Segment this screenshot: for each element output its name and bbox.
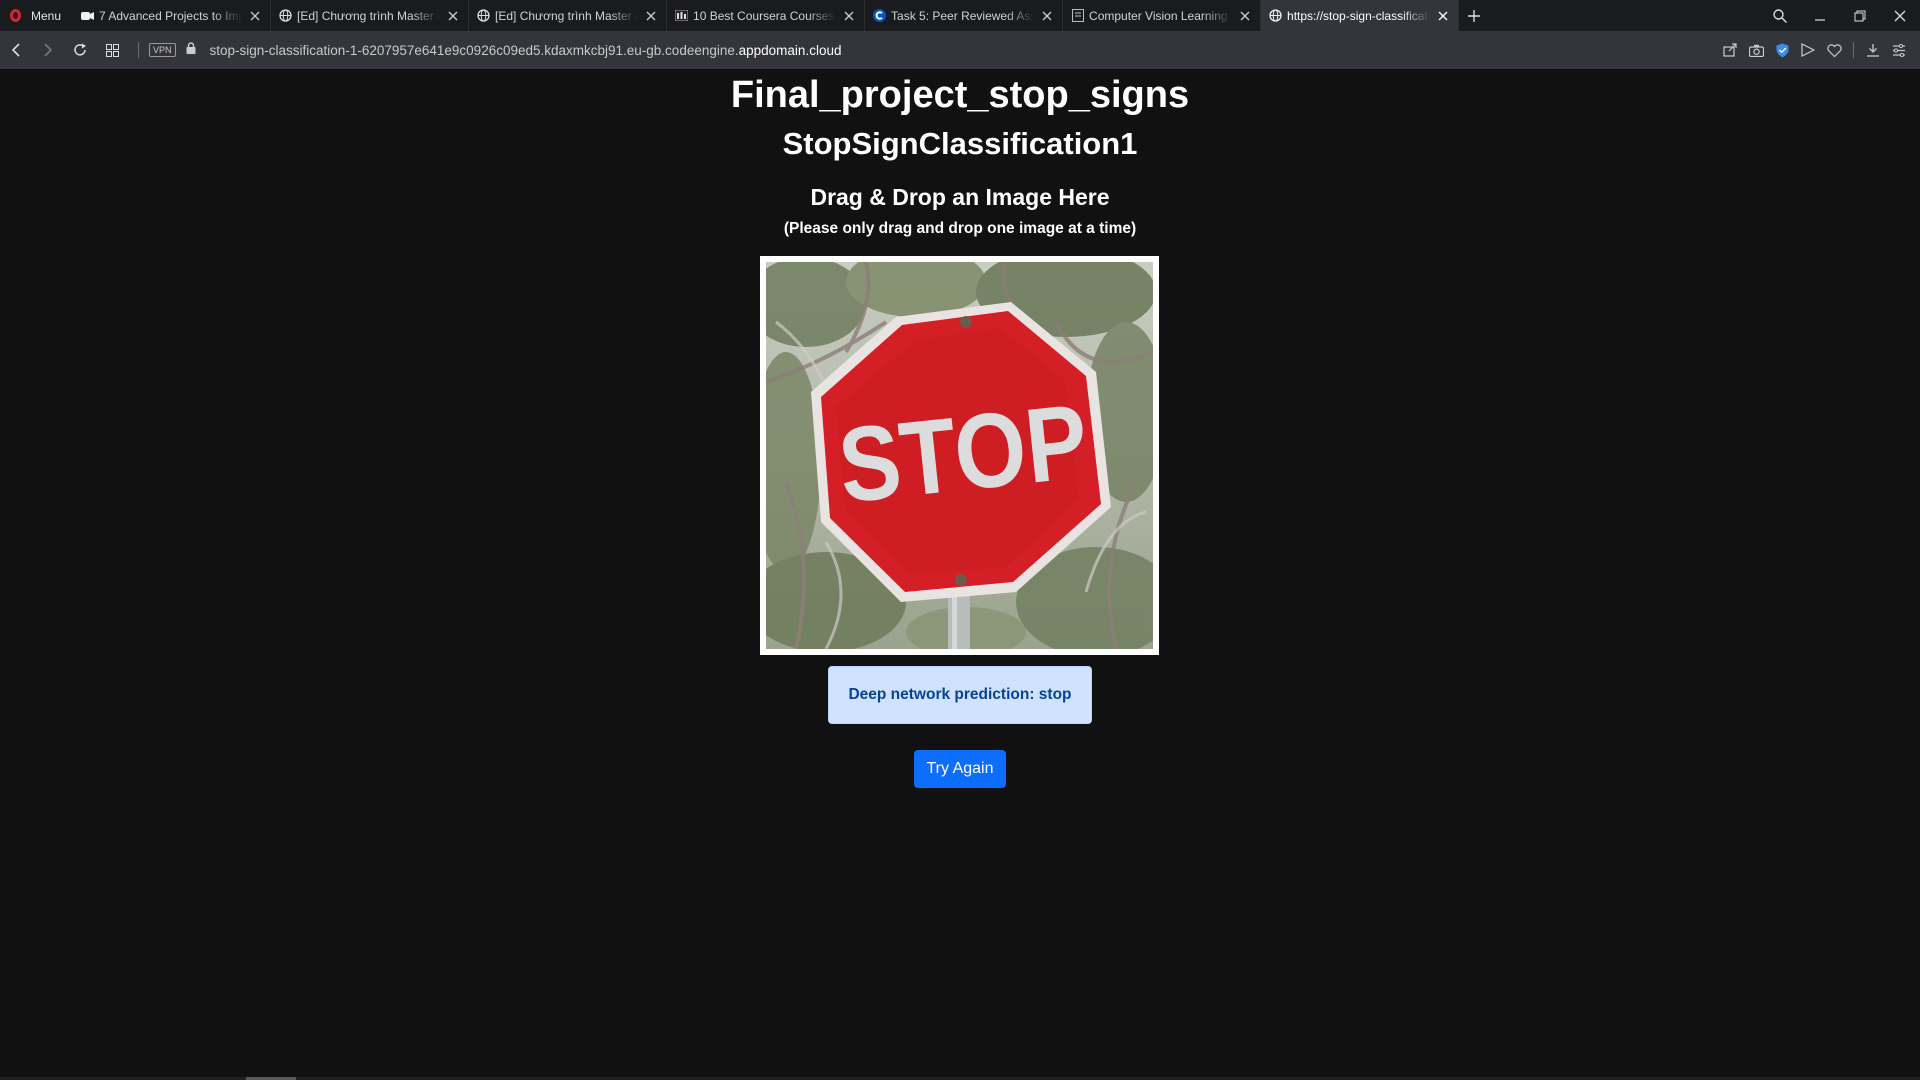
app-title: Final_project_stop_signs xyxy=(730,74,1190,116)
opera-logo-icon xyxy=(10,9,21,22)
search-icon xyxy=(1773,8,1787,23)
url-host: appdomain.cloud xyxy=(738,42,842,58)
lock-icon[interactable] xyxy=(186,41,196,59)
speed-dial-button[interactable] xyxy=(96,31,128,69)
download-icon xyxy=(1867,44,1879,57)
heart-icon xyxy=(1826,43,1842,57)
tab-title: Task 5: Peer Reviewed Assignment xyxy=(891,8,1035,23)
site-favicon-icon xyxy=(675,9,689,22)
adblock-shield-button[interactable] xyxy=(1769,31,1795,69)
restore-button[interactable] xyxy=(1840,0,1880,31)
tab-title: 7 Advanced Projects to Improve xyxy=(99,8,243,23)
send-icon xyxy=(1801,43,1815,57)
tab-title: [Ed] Chương trình Master của xyxy=(495,8,639,23)
reload-icon xyxy=(74,43,86,56)
stop-sign-photo: STOP xyxy=(766,262,1153,649)
camera-icon xyxy=(1748,44,1764,57)
toolbar-separator xyxy=(1853,42,1854,58)
downloads-button[interactable] xyxy=(1860,31,1886,69)
forward-arrow-icon xyxy=(44,43,53,57)
send-button[interactable] xyxy=(1795,31,1821,69)
address-bar: VPN stop-sign-classification-1-6207957e6… xyxy=(0,31,1920,69)
settings-sliders-icon xyxy=(1893,43,1905,57)
model-title: StopSignClassification1 xyxy=(782,126,1138,161)
toolbar-right xyxy=(1717,31,1920,69)
drop-zone-heading: Drag & Drop an Image Here xyxy=(810,184,1110,210)
easy-setup-button[interactable] xyxy=(1886,31,1912,69)
menu-label: Menu xyxy=(31,8,62,23)
tab-bar: Menu 7 Advanced Projects to Improve [Ed]… xyxy=(0,0,1920,31)
globe-icon xyxy=(477,9,490,22)
reload-button[interactable] xyxy=(64,31,96,69)
snapshot-button[interactable] xyxy=(1743,31,1769,69)
forward-button[interactable] xyxy=(32,31,64,69)
search-tabs-button[interactable] xyxy=(1760,0,1800,31)
close-tab-icon[interactable] xyxy=(248,9,262,23)
close-window-button[interactable] xyxy=(1880,0,1920,31)
url-path: stop-sign-classification-1-6207957e641e9… xyxy=(209,42,739,58)
grid-icon xyxy=(105,43,119,57)
tab-4[interactable]: 10 Best Coursera Courses and xyxy=(667,0,866,31)
tab-7-active[interactable]: https://stop-sign-classification xyxy=(1261,0,1460,31)
url-field[interactable]: stop-sign-classification-1-6207957e641e9… xyxy=(210,43,842,58)
tab-2[interactable]: [Ed] Chương trình Master của xyxy=(271,0,470,31)
restore-icon xyxy=(1854,10,1866,21)
try-again-button[interactable]: Try Again xyxy=(914,750,1006,788)
bookmark-button[interactable] xyxy=(1821,31,1847,69)
drop-zone-instructions: (Please only drag and drop one image at … xyxy=(783,220,1137,237)
new-tab-button[interactable] xyxy=(1459,0,1489,31)
tab-title: https://stop-sign-classification xyxy=(1287,8,1431,23)
coursera-icon xyxy=(873,9,887,22)
back-arrow-icon xyxy=(11,43,20,57)
minimize-button[interactable] xyxy=(1800,0,1840,31)
page-icon xyxy=(1071,9,1084,22)
tab-title: Computer Vision Learning Tools xyxy=(1089,8,1232,23)
close-tab-icon[interactable] xyxy=(1238,9,1252,23)
tab-5[interactable]: Task 5: Peer Reviewed Assignment xyxy=(865,0,1064,31)
vpn-badge[interactable]: VPN xyxy=(149,43,176,57)
page-content: Final_project_stop_signs StopSignClassif… xyxy=(0,69,1920,1077)
tab-title: 10 Best Coursera Courses and xyxy=(693,8,836,23)
back-button[interactable] xyxy=(0,31,32,69)
tab-3[interactable]: [Ed] Chương trình Master của xyxy=(469,0,668,31)
minimize-icon xyxy=(1815,18,1825,21)
close-tab-icon[interactable] xyxy=(1040,9,1054,23)
toolbar-separator xyxy=(138,42,139,58)
share-icon xyxy=(1723,43,1737,57)
share-button[interactable] xyxy=(1717,31,1743,69)
plus-icon xyxy=(1468,9,1481,22)
globe-icon xyxy=(1269,9,1282,22)
image-drop-zone[interactable]: STOP xyxy=(760,256,1159,655)
close-tab-icon[interactable] xyxy=(842,9,856,23)
prediction-result: Deep network prediction: stop xyxy=(828,666,1092,724)
shield-icon xyxy=(1776,43,1788,57)
tab-1[interactable]: 7 Advanced Projects to Improve xyxy=(73,0,272,31)
close-tab-icon[interactable] xyxy=(1436,9,1450,23)
close-tab-icon[interactable] xyxy=(644,9,658,23)
close-icon xyxy=(1894,10,1906,21)
tab-title: [Ed] Chương trình Master của xyxy=(297,8,441,23)
tab-6[interactable]: Computer Vision Learning Tools xyxy=(1063,0,1262,31)
video-favicon-icon xyxy=(81,9,95,22)
window-controls xyxy=(1760,0,1920,31)
close-tab-icon[interactable] xyxy=(446,9,460,23)
globe-icon xyxy=(279,9,292,22)
opera-menu-button[interactable]: Menu xyxy=(0,0,73,31)
